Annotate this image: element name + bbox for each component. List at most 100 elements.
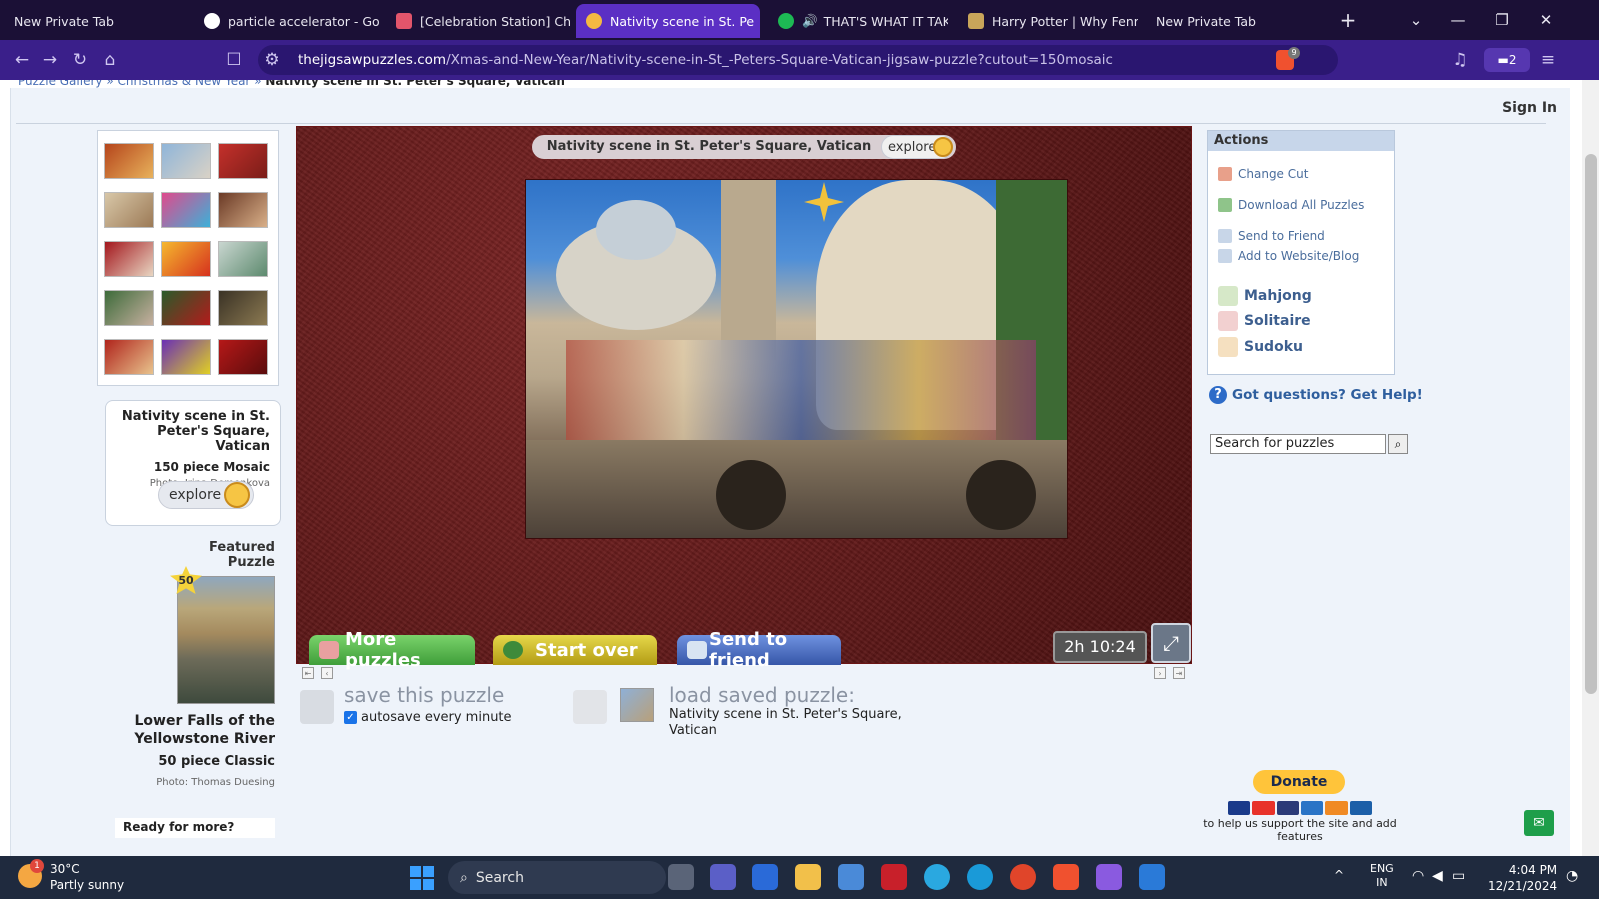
puzzle-thumbnail[interactable] — [104, 290, 154, 326]
bookmark-icon[interactable]: ☐ — [222, 48, 246, 72]
search-input[interactable]: Search for puzzles — [1210, 434, 1386, 454]
send-to-friend-link[interactable]: Send to Friend — [1238, 229, 1325, 243]
start-over-button[interactable]: Start over — [493, 635, 657, 665]
reload-icon[interactable]: ↻ — [68, 48, 92, 72]
site-info-icon[interactable]: ⚙ — [262, 48, 282, 72]
puzzle-thumbnail[interactable] — [218, 192, 268, 228]
puzzle-thumbnail[interactable] — [161, 143, 211, 179]
edge-icon[interactable] — [967, 864, 993, 890]
back-icon[interactable]: ← — [10, 48, 34, 72]
tray-expand-icon[interactable]: ^ — [1334, 868, 1344, 882]
folder-icon[interactable] — [573, 690, 607, 724]
clock[interactable]: 4:04 PM 12/21/2024 — [1488, 862, 1557, 894]
puzzle-thumbnail[interactable] — [161, 241, 211, 277]
sudoku-link[interactable]: Sudoku — [1244, 339, 1303, 355]
language-indicator[interactable]: ENG IN — [1370, 862, 1394, 890]
vscode-icon[interactable] — [1139, 864, 1165, 890]
checkbox-checked-icon[interactable]: ✓ — [344, 711, 357, 724]
breadcrumb-link[interactable]: Puzzle Gallery — [18, 80, 103, 88]
puzzle-thumbnail[interactable] — [161, 339, 211, 375]
featured-piece-count: 50 piece Classic — [158, 754, 275, 769]
tab-spotify[interactable]: 🔊 THAT'S WHAT IT TAKES — [778, 4, 948, 38]
task-view-icon[interactable] — [668, 864, 694, 890]
question-icon: ? — [1209, 386, 1227, 404]
tab-harry-potter[interactable]: Harry Potter | Why Fenrir G — [968, 4, 1138, 38]
restore-icon[interactable]: ❐ — [1480, 0, 1524, 40]
battery-icon[interactable]: ▭ — [1452, 868, 1465, 884]
sign-in-link[interactable]: Sign In — [1502, 100, 1557, 116]
puzzle-thumbnail[interactable] — [218, 241, 268, 277]
notification-icon[interactable]: ◔ — [1566, 868, 1578, 884]
breadcrumb-link[interactable]: Christmas & New Year — [117, 80, 250, 88]
tab-list-chevron-icon[interactable]: ⌄ — [1394, 0, 1438, 40]
brave-icon[interactable] — [1053, 864, 1079, 890]
download-all-link[interactable]: Download All Puzzles — [1238, 198, 1364, 212]
search-icon: ⌕ — [460, 869, 468, 886]
scroll-right-icon[interactable]: › — [1154, 667, 1166, 679]
puzzle-thumbnail[interactable] — [218, 339, 268, 375]
feedback-chat-icon[interactable]: ✉ — [1524, 810, 1554, 836]
media-icon[interactable]: ♫ — [1448, 48, 1472, 72]
tab-new-private-1[interactable]: New Private Tab — [14, 4, 184, 38]
puzzle-thumbnail[interactable] — [104, 339, 154, 375]
home-icon[interactable]: ⌂ — [98, 48, 122, 72]
get-help-link[interactable]: ? Got questions? Get Help! — [1209, 386, 1423, 404]
volume-icon[interactable]: ◀ — [1432, 868, 1443, 884]
puzzle-board[interactable]: Nativity scene in St. Peter's Square, Va… — [296, 126, 1192, 671]
scrollbar[interactable] — [1582, 80, 1599, 856]
puzzle-thumbnail[interactable] — [218, 143, 268, 179]
saved-puzzle-thumbnail[interactable] — [620, 688, 654, 722]
help-app-icon[interactable] — [924, 864, 950, 890]
tab-new-private-2[interactable]: New Private Tab — [1156, 4, 1316, 38]
scrollbar-thumb[interactable] — [1585, 154, 1597, 694]
menu-icon[interactable]: ≡ — [1536, 48, 1560, 72]
search-icon[interactable]: ⌕ — [1388, 434, 1408, 454]
solitaire-link[interactable]: Solitaire — [1244, 313, 1311, 329]
copilot-icon[interactable] — [1096, 864, 1122, 890]
tab-google-search[interactable]: particle accelerator - Googl — [204, 4, 380, 38]
temperature[interactable]: 30°C — [50, 862, 80, 876]
forward-icon[interactable]: → — [38, 48, 62, 72]
change-cut-link[interactable]: Change Cut — [1238, 167, 1308, 181]
add-to-website-link[interactable]: Add to Website/Blog — [1238, 249, 1359, 263]
teams-icon[interactable] — [710, 864, 736, 890]
file-explorer-icon[interactable] — [795, 864, 821, 890]
puzzle-thumbnail[interactable] — [161, 290, 211, 326]
puzzle-thumbnail[interactable] — [104, 192, 154, 228]
puzzle-image[interactable] — [525, 179, 1068, 539]
featured-puzzle-title[interactable]: Lower Falls of the Yellowstone River — [130, 712, 275, 748]
new-tab-button[interactable]: + — [1326, 0, 1370, 40]
save-disk-icon[interactable] — [300, 690, 334, 724]
mcafee-icon[interactable] — [881, 864, 907, 890]
close-window-icon[interactable]: ✕ — [1524, 0, 1568, 40]
featured-puzzle-image[interactable] — [177, 576, 275, 704]
url-text[interactable]: thejigsawpuzzles.com/Xmas-and-New-Year/N… — [298, 52, 1113, 68]
weather-condition[interactable]: Partly sunny — [50, 878, 124, 892]
scroll-left-icon[interactable]: ‹ — [321, 667, 333, 679]
more-puzzles-button[interactable]: More puzzles — [309, 629, 475, 671]
puzzle-thumbnail[interactable] — [104, 143, 154, 179]
puzzle-thumbnail[interactable] — [104, 241, 154, 277]
puzzle-thumbnail[interactable] — [161, 192, 211, 228]
wifi-icon[interactable]: ◠ — [1412, 868, 1424, 884]
collapse-right-icon[interactable]: ⇥ — [1173, 667, 1185, 679]
puzzle-thumbnail[interactable] — [218, 290, 268, 326]
mahjong-link[interactable]: Mahjong — [1244, 288, 1312, 304]
minimize-icon[interactable]: — — [1436, 0, 1480, 40]
save-puzzle-label[interactable]: save this puzzle — [344, 683, 504, 707]
send-to-friend-button[interactable]: Send to friend — [677, 629, 841, 671]
wallet-button[interactable]: ▬ 2 — [1484, 48, 1530, 72]
tab-label: THAT'S WHAT IT TAKES — [823, 13, 948, 29]
store-icon[interactable] — [838, 864, 864, 890]
fullscreen-icon[interactable]: ⤢ — [1151, 623, 1191, 663]
chrome-icon[interactable] — [1010, 864, 1036, 890]
autosave-checkbox[interactable]: ✓ autosave every minute — [344, 710, 512, 725]
tab-nativity-scene[interactable]: Nativity scene in St. Pe ✕ — [576, 4, 760, 38]
windows-start-icon[interactable] — [410, 866, 434, 890]
taskbar-search[interactable]: ⌕ Search — [448, 861, 666, 894]
collapse-left-icon[interactable]: ⇤ — [302, 667, 314, 679]
saved-puzzle-name[interactable]: Nativity scene in St. Peter's Square, Va… — [669, 707, 929, 739]
donate-button[interactable]: Donate — [1253, 770, 1345, 794]
tab-celebration-station[interactable]: [Celebration Station] Christ — [396, 4, 572, 38]
hp-icon[interactable] — [752, 864, 778, 890]
